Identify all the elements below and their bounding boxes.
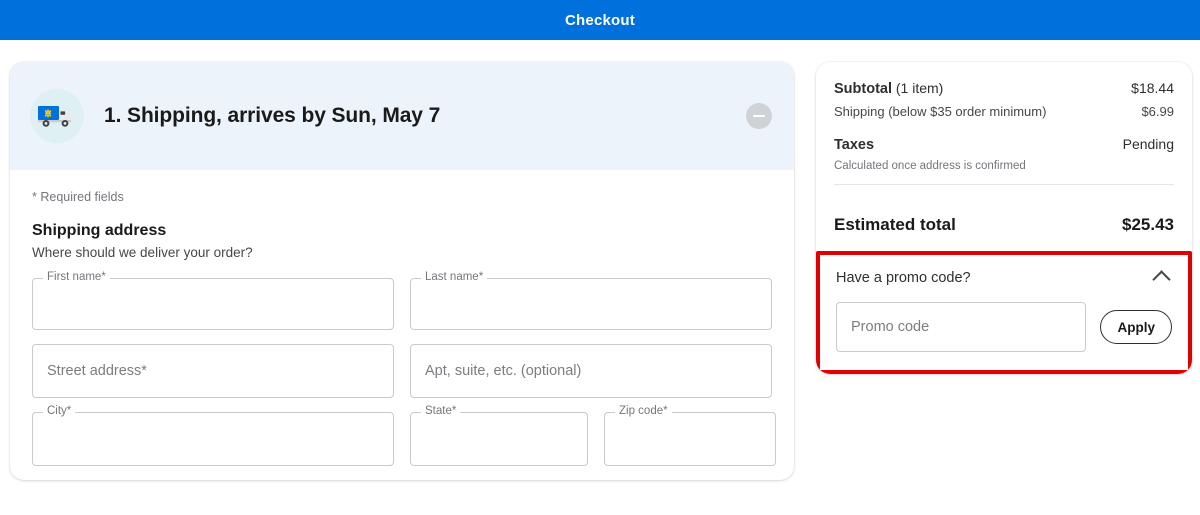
first-name-label: First name* (43, 271, 110, 283)
delivery-truck-icon (30, 89, 84, 143)
zip-code-label: Zip code* (615, 405, 672, 417)
street-row: Street address* Apt, suite, etc. (option… (32, 344, 772, 398)
chevron-up-icon[interactable] (1152, 270, 1171, 289)
collapse-shipping-button[interactable] (746, 103, 772, 129)
promo-code-toggle[interactable]: Have a promo code? (836, 269, 1172, 289)
first-name-input[interactable] (32, 278, 394, 330)
last-name-input[interactable] (410, 278, 772, 330)
shipping-address-subtext: Where should we deliver your order? (32, 245, 253, 260)
page-title: Checkout (565, 11, 635, 29)
shipping-step-header: 1. Shipping, arrives by Sun, May 7 (10, 62, 794, 170)
subtotal-item-count: (1 item) (892, 80, 944, 96)
estimated-total-label: Estimated total (834, 215, 956, 234)
apt-placeholder: Apt, suite, etc. (optional) (425, 363, 582, 379)
name-row: First name* Last name* (32, 271, 772, 330)
street-address-field[interactable]: Street address* (32, 344, 394, 398)
promo-code-placeholder: Promo code (851, 319, 930, 335)
required-fields-note: * Required fields (32, 190, 124, 204)
shipping-address-heading: Shipping address (32, 222, 167, 239)
city-input[interactable] (32, 412, 394, 466)
promo-code-heading: Have a promo code? (836, 269, 971, 286)
shipping-fee-label: Shipping (below $35 order minimum) (834, 104, 1047, 119)
checkout-page: 1. Shipping, arrives by Sun, May 7 * Req… (0, 40, 1200, 480)
city-label: City* (43, 405, 76, 417)
zip-code-field[interactable]: Zip code* (604, 405, 776, 466)
promo-code-input[interactable]: Promo code (836, 302, 1087, 352)
shipping-fee-row: Shipping (below $35 order minimum) $6.99 (834, 104, 1174, 119)
checkout-main-column: 1. Shipping, arrives by Sun, May 7 * Req… (10, 62, 794, 480)
state-field[interactable]: State* (410, 405, 588, 466)
state-label: State* (421, 405, 461, 417)
apt-field[interactable]: Apt, suite, etc. (optional) (410, 344, 772, 398)
summary-spacer (834, 126, 1174, 136)
shipping-card: 1. Shipping, arrives by Sun, May 7 * Req… (10, 62, 794, 480)
taxes-note: Calculated once address is confirmed (834, 160, 1026, 172)
last-name-label: Last name* (421, 271, 488, 283)
city-state-zip-row: City* State* Zip code* (32, 405, 776, 466)
order-summary-panel: Subtotal (1 item) $18.44 Shipping (below… (816, 62, 1192, 374)
first-name-field[interactable]: First name* (32, 271, 394, 330)
apt-input[interactable]: Apt, suite, etc. (optional) (410, 344, 772, 398)
order-summary-lines: Subtotal (1 item) $18.44 Shipping (below… (816, 62, 1192, 201)
street-address-placeholder: Street address* (47, 363, 147, 379)
subtotal-label-strong: Subtotal (834, 81, 892, 97)
estimated-total-value: $25.43 (1122, 215, 1174, 234)
shipping-fee-value: $6.99 (1141, 104, 1174, 119)
subtotal-value: $18.44 (1131, 80, 1174, 96)
zip-code-input[interactable] (604, 412, 776, 466)
promo-code-section-highlight: Have a promo code? Promo code Apply (816, 251, 1192, 374)
last-name-field[interactable]: Last name* (410, 271, 772, 330)
apply-promo-button[interactable]: Apply (1100, 310, 1172, 344)
subtotal-row: Subtotal (1 item) $18.44 (834, 80, 1174, 97)
promo-code-entry-row: Promo code Apply (836, 302, 1172, 352)
taxes-value: Pending (1122, 136, 1174, 152)
shipping-form: * Required fields Shipping address Where… (10, 170, 794, 466)
subtotal-label: Subtotal (1 item) (834, 80, 943, 97)
taxes-row: Taxes Pending (834, 136, 1174, 153)
checkout-top-bar: Checkout (0, 0, 1200, 40)
state-select[interactable] (410, 412, 588, 466)
street-address-input[interactable]: Street address* (32, 344, 394, 398)
order-summary-column: Subtotal (1 item) $18.44 Shipping (below… (816, 62, 1192, 374)
minus-icon (753, 114, 765, 118)
summary-divider (834, 184, 1174, 185)
city-field[interactable]: City* (32, 405, 394, 466)
shipping-step-title: 1. Shipping, arrives by Sun, May 7 (104, 104, 441, 127)
estimated-total-row: Estimated total $25.43 (816, 201, 1192, 251)
taxes-label: Taxes (834, 137, 875, 153)
